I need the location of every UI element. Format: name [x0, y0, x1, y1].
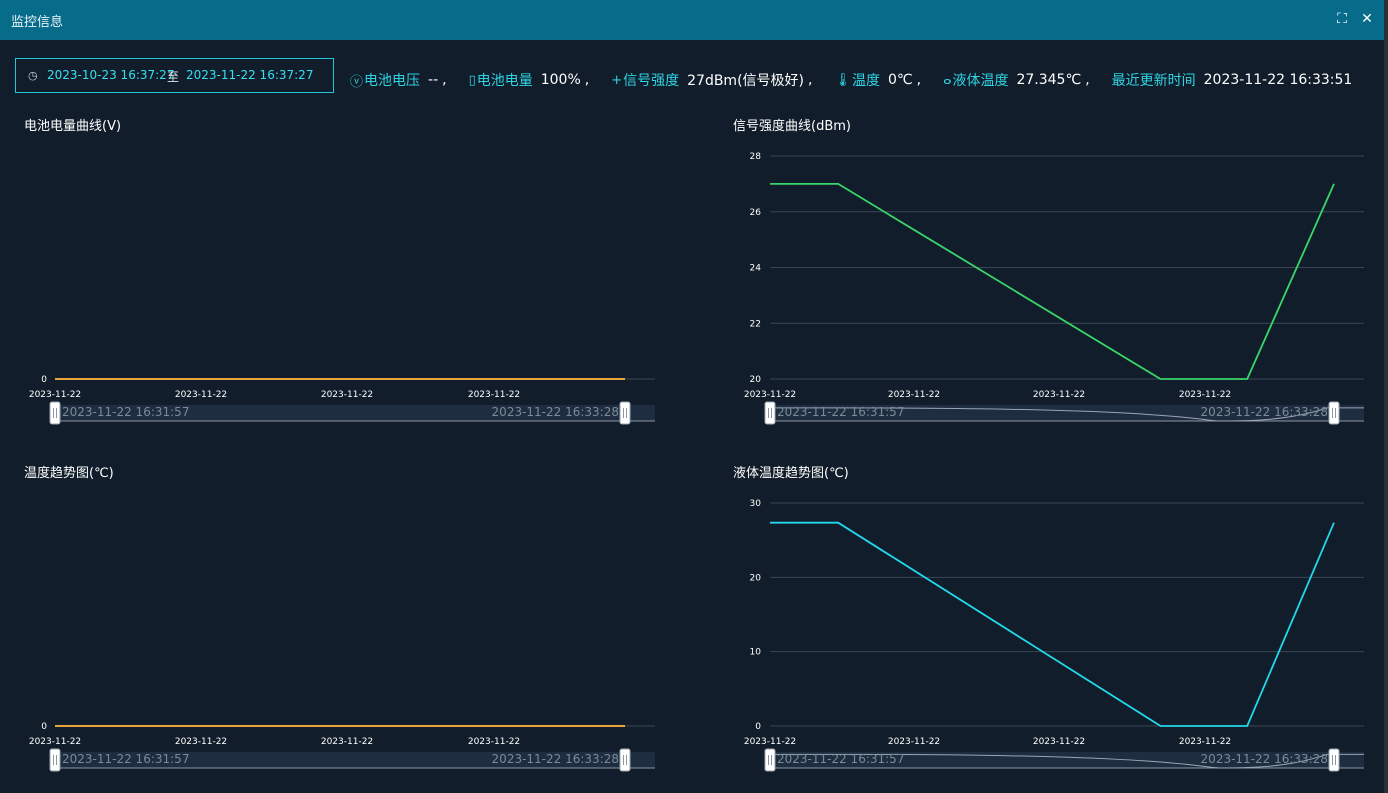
y-tick-label: 26: [750, 208, 762, 218]
y-tick-label: 20: [750, 573, 762, 583]
x-tick-label: 2023-11-22: [175, 737, 227, 747]
series-line: [770, 521, 1335, 727]
zoom-handle-start[interactable]: [764, 401, 776, 425]
x-tick-label: 2023-11-22: [175, 390, 227, 400]
zoom-end-label: 2023-11-22 16:33:28: [492, 405, 619, 419]
x-tick-label: 2023-11-22: [1179, 737, 1231, 747]
x-tick-label: 2023-11-22: [321, 737, 373, 747]
series-line: [770, 182, 1335, 380]
x-tick-label: 2023-11-22: [468, 737, 520, 747]
x-tick-label: 2023-11-22: [888, 737, 940, 747]
x-tick-label: 2023-11-22: [1179, 390, 1231, 400]
y-tick-label: 30: [750, 499, 762, 509]
x-tick-label: 2023-11-22: [1033, 390, 1085, 400]
x-tick-label: 2023-11-22: [29, 390, 81, 400]
y-tick-label: 20: [750, 375, 762, 385]
x-tick-label: 2023-11-22: [888, 390, 940, 400]
x-tick-label: 2023-11-22: [744, 390, 796, 400]
zoom-start-label: 2023-11-22 16:31:57: [62, 405, 189, 419]
zoom-handle-start[interactable]: [764, 748, 776, 772]
y-tick-label: 24: [750, 264, 762, 274]
y-tick-label: 22: [750, 319, 761, 329]
zoom-handle-end[interactable]: [619, 401, 631, 425]
zoom-start-label: 2023-11-22 16:31:57: [777, 752, 904, 766]
y-tick-label: 10: [750, 648, 762, 658]
zoom-start-label: 2023-11-22 16:31:57: [777, 405, 904, 419]
y-tick-label: 28: [750, 152, 762, 162]
zoom-handle-start[interactable]: [49, 401, 61, 425]
zoom-handle-end[interactable]: [1328, 748, 1340, 772]
zoom-start-label: 2023-11-22 16:31:57: [62, 752, 189, 766]
zoom-end-label: 2023-11-22 16:33:28: [492, 752, 619, 766]
zoom-handle-start[interactable]: [49, 748, 61, 772]
zoom-handle-end[interactable]: [1328, 401, 1340, 425]
window-edge: [1384, 0, 1388, 793]
zoom-end-label: 2023-11-22 16:33:28: [1201, 752, 1328, 766]
x-tick-label: 2023-11-22: [468, 390, 520, 400]
x-tick-label: 2023-11-22: [1033, 737, 1085, 747]
y-tick-label: 0: [41, 375, 47, 385]
y-tick-label: 0: [755, 722, 761, 732]
y-tick-label: 0: [41, 722, 47, 732]
x-tick-label: 2023-11-22: [321, 390, 373, 400]
x-tick-label: 2023-11-22: [29, 737, 81, 747]
x-tick-label: 2023-11-22: [744, 737, 796, 747]
charts-canvas: 0 2023-11-22 2023-11-22 2023-11-22 2023-11-2…: [29, 152, 1364, 772]
zoom-handle-end[interactable]: [619, 748, 631, 772]
zoom-end-label: 2023-11-22 16:33:28: [1201, 405, 1328, 419]
